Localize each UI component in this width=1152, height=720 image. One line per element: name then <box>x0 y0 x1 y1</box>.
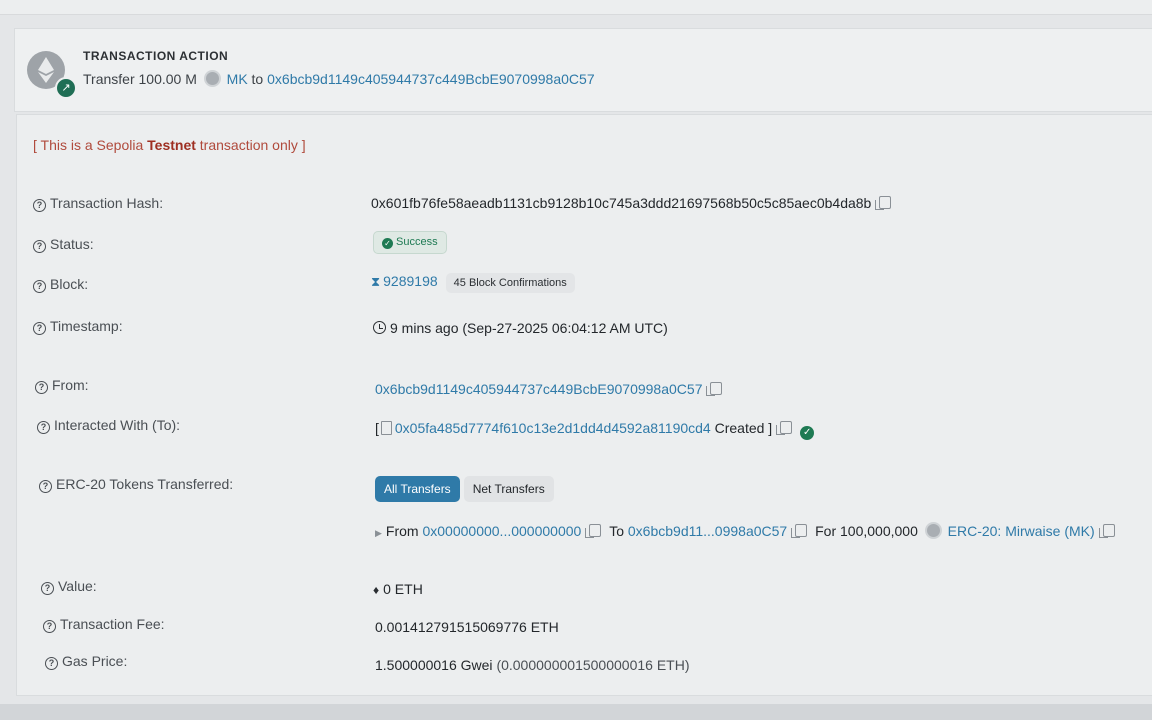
copy-icon[interactable] <box>791 524 808 538</box>
hash-label-text: Transaction Hash: <box>50 195 164 211</box>
value-label-text: Value: <box>58 578 97 594</box>
timestamp-label: ? Timestamp: <box>33 318 123 335</box>
from-address-link[interactable]: 0x6bcb9d1149c405944737c449BcbE9070998a0C… <box>375 381 702 397</box>
testnet-open: [ This is a Sepolia <box>33 137 148 153</box>
help-icon[interactable]: ? <box>33 199 46 212</box>
value-amount: 0 ETH <box>383 581 423 597</box>
tab-net-transfers[interactable]: Net Transfers <box>463 476 554 502</box>
transfer-from-link[interactable]: 0x00000000...000000000 <box>422 523 581 539</box>
action-to-word: to <box>251 71 264 87</box>
to-suffix: Created ] <box>714 420 773 436</box>
transfer-tabs: All Transfers Net Transfers <box>375 476 558 502</box>
block-label: ? Block: <box>33 276 88 293</box>
status-text: Success <box>396 236 438 248</box>
transfer-arrow-icon: ↗ <box>55 77 77 99</box>
bracket-open: [ <box>375 420 379 436</box>
transfer-amount: 100,000,000 <box>840 523 918 539</box>
action-prefix: Transfer 100.00 M <box>83 71 197 87</box>
help-icon[interactable]: ? <box>37 421 50 434</box>
block-number-link[interactable]: 9289198 <box>383 273 438 289</box>
action-title: TRANSACTION ACTION <box>83 49 229 63</box>
token-name-link[interactable]: ERC-20: Mirwaise (MK) <box>948 523 1095 539</box>
gas-label-text: Gas Price: <box>62 653 128 669</box>
caret-right-icon[interactable]: ▶ <box>375 528 382 538</box>
transfer-to-label: To <box>609 523 624 539</box>
gas-label: ? Gas Price: <box>45 653 127 670</box>
status-value-row: ✓ Success <box>373 231 447 254</box>
contract-doc-icon <box>380 421 392 435</box>
fee-label-text: Transaction Fee: <box>60 616 165 632</box>
check-circle-icon: ✓ <box>382 238 393 249</box>
copy-icon[interactable] <box>706 382 723 396</box>
fee-label: ? Transaction Fee: <box>43 616 165 633</box>
help-icon[interactable]: ? <box>43 620 56 633</box>
help-icon[interactable]: ? <box>33 240 46 253</box>
token-icon <box>924 522 942 539</box>
to-address-link[interactable]: 0x05fa485d7774f610c13e2d1dd4d4592a81190c… <box>395 420 711 436</box>
from-value-row: 0x6bcb9d1149c405944737c449BcbE9070998a0C… <box>375 381 723 397</box>
hash-label: ? Transaction Hash: <box>33 195 163 212</box>
to-label: ? Interacted With (To): <box>37 417 180 434</box>
value-label: ? Value: <box>41 578 97 595</box>
timestamp-value-row: 9 mins ago (Sep-27-2025 06:04:12 AM UTC) <box>373 320 668 336</box>
testnet-notice: [ This is a Sepolia Testnet transaction … <box>33 137 306 153</box>
action-address-link[interactable]: 0x6bcb9d1149c405944737c449BcbE9070998a0C… <box>267 71 594 87</box>
transaction-action-card: ↗ TRANSACTION ACTION Transfer 100.00 M M… <box>14 28 1152 112</box>
testnet-close: transaction only ] <box>195 137 306 153</box>
help-icon[interactable]: ? <box>35 381 48 394</box>
action-description: Transfer 100.00 M MK to 0x6bcb9d1149c405… <box>83 70 595 87</box>
gas-main: 1.500000016 Gwei <box>375 657 493 673</box>
confirmations-badge: 45 Block Confirmations <box>445 273 575 293</box>
to-value-row: [0x05fa485d7774f610c13e2d1dd4d4592a81190… <box>375 420 815 440</box>
from-label-text: From: <box>52 377 89 393</box>
copy-icon[interactable] <box>776 421 793 435</box>
eth-diamond-icon: ♦ <box>373 583 380 597</box>
gas-paren: (0.000000001500000016 ETH) <box>496 657 690 673</box>
testnet-bold: Testnet <box>147 137 196 153</box>
block-value-row: ⧗ 9289198 45 Block Confirmations <box>371 273 575 293</box>
help-icon[interactable]: ? <box>33 280 46 293</box>
top-strip <box>0 0 1152 15</box>
hash-value: 0x601fb76fe58aeadb1131cb9128b10c745a3ddd… <box>371 195 872 211</box>
tab-all-transfers[interactable]: All Transfers <box>375 476 460 502</box>
hash-value-row: 0x601fb76fe58aeadb1131cb9128b10c745a3ddd… <box>371 195 892 211</box>
status-label-text: Status: <box>50 236 94 252</box>
hourglass-icon: ⧗ <box>371 274 381 289</box>
transfer-row: ▶ From 0x00000000...000000000 To 0x6bcb9d… <box>375 522 1115 539</box>
erc20-label-text: ERC-20 Tokens Transferred: <box>56 476 234 492</box>
fee-value: 0.001412791515069776 ETH <box>375 619 559 635</box>
bottom-strip <box>0 704 1152 720</box>
erc20-label: ? ERC-20 Tokens Transferred: <box>39 476 233 493</box>
gas-value-row: 1.500000016 Gwei (0.000000001500000016 E… <box>375 657 689 673</box>
timestamp-label-text: Timestamp: <box>50 318 123 334</box>
transfer-for-label: For <box>815 523 837 539</box>
transfer-to-link[interactable]: 0x6bcb9d11...0998a0C57 <box>628 523 787 539</box>
token-icon <box>203 70 221 87</box>
copy-icon[interactable] <box>875 196 892 210</box>
verified-check-icon: ✓ <box>800 426 815 440</box>
clock-icon <box>373 321 386 334</box>
help-icon[interactable]: ? <box>41 582 54 595</box>
value-row: ♦ 0 ETH <box>373 581 423 597</box>
from-label: ? From: <box>35 377 89 394</box>
help-icon[interactable]: ? <box>45 657 58 670</box>
action-token-link[interactable]: MK <box>227 71 248 87</box>
status-label: ? Status: <box>33 236 94 253</box>
help-icon[interactable]: ? <box>39 480 52 493</box>
copy-icon[interactable] <box>1098 524 1115 538</box>
transaction-page: ↗ TRANSACTION ACTION Transfer 100.00 M M… <box>0 0 1152 720</box>
transaction-details-card: [ This is a Sepolia Testnet transaction … <box>16 114 1152 696</box>
timestamp-value: 9 mins ago (Sep-27-2025 06:04:12 AM UTC) <box>390 320 668 336</box>
status-badge: ✓ Success <box>373 231 447 254</box>
help-icon[interactable]: ? <box>33 322 46 335</box>
block-label-text: Block: <box>50 276 89 292</box>
copy-icon[interactable] <box>585 524 602 538</box>
transfer-from-label: From <box>385 523 419 539</box>
to-label-text: Interacted With (To): <box>54 417 181 433</box>
